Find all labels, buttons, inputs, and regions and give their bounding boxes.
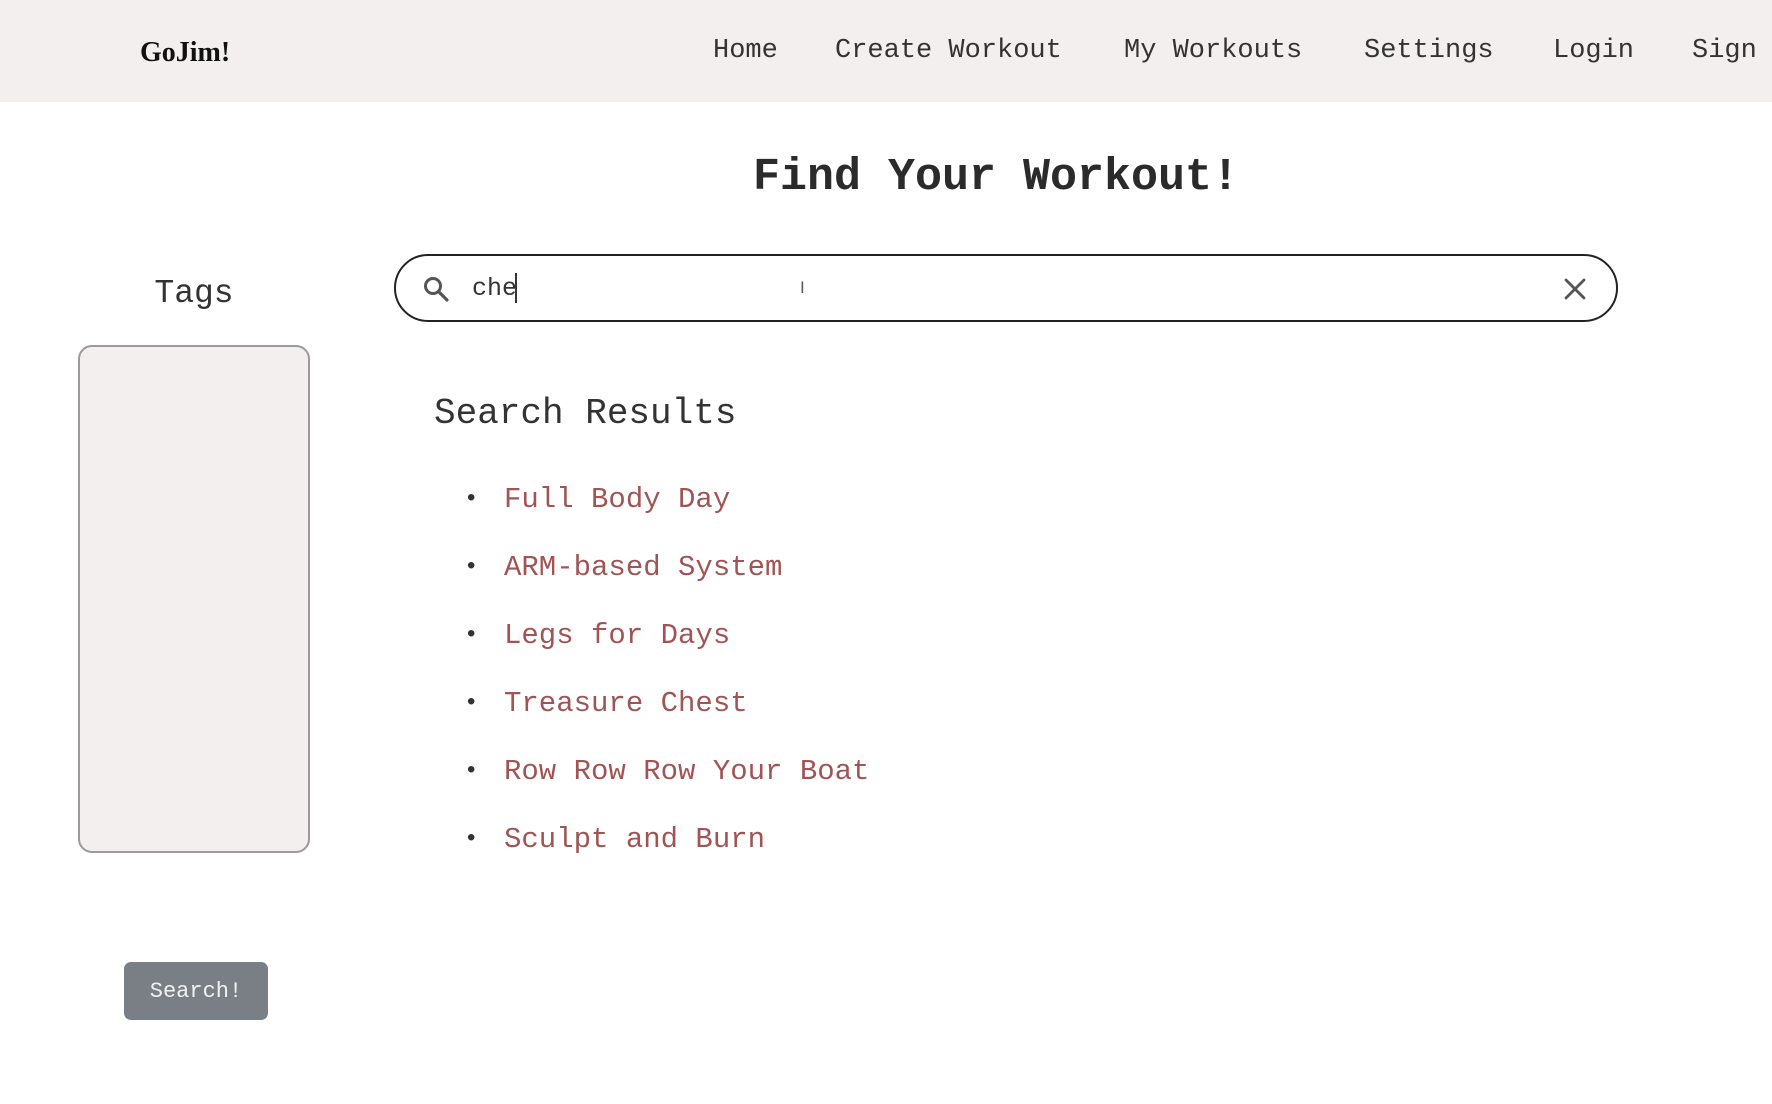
nav-link-sign[interactable]: Sign bbox=[1692, 34, 1757, 68]
list-item: • Sculpt and Burn bbox=[434, 818, 869, 886]
bullet: • bbox=[464, 758, 479, 785]
nav-link-my-workouts[interactable]: My Workouts bbox=[1124, 34, 1302, 68]
result-link-treasure-chest[interactable]: Treasure Chest bbox=[504, 687, 748, 720]
search-button[interactable]: Search! bbox=[124, 962, 268, 1020]
search-input[interactable] bbox=[472, 268, 1472, 308]
search-icon bbox=[424, 277, 449, 302]
nav-link-home[interactable]: Home bbox=[713, 34, 778, 68]
search-results-title: Search Results bbox=[434, 393, 737, 434]
list-item: • Full Body Day bbox=[434, 478, 869, 546]
text-cursor bbox=[515, 273, 517, 303]
bullet: • bbox=[464, 554, 479, 581]
bullet: • bbox=[464, 690, 479, 717]
result-link-sculpt-and-burn[interactable]: Sculpt and Burn bbox=[504, 823, 765, 856]
bullet: • bbox=[464, 622, 479, 649]
page-title-text: Find Your Workout! bbox=[752, 152, 1240, 203]
brand-logo[interactable]: GoJim! bbox=[140, 36, 230, 70]
search-bar[interactable]: I bbox=[394, 254, 1618, 322]
list-item: • Treasure Chest bbox=[434, 682, 869, 750]
list-item: • Legs for Days bbox=[434, 614, 869, 682]
result-link-arm-based-system[interactable]: ARM-based System bbox=[504, 551, 782, 584]
result-link-row-row-row-your-boat[interactable]: Row Row Row Your Boat bbox=[504, 755, 869, 788]
list-item: • ARM-based System bbox=[434, 546, 869, 614]
nav-link-create-workout[interactable]: Create Workout bbox=[835, 34, 1062, 68]
mouse-ibeam-cursor: I bbox=[800, 278, 805, 297]
clear-icon[interactable] bbox=[1562, 276, 1588, 302]
result-link-full-body-day[interactable]: Full Body Day bbox=[504, 483, 730, 516]
list-item: • Row Row Row Your Boat bbox=[434, 750, 869, 818]
bullet: • bbox=[464, 826, 479, 853]
nav-link-login[interactable]: Login bbox=[1553, 34, 1634, 68]
tags-title: Tags bbox=[154, 275, 234, 312]
search-results-list: • Full Body Day • ARM-based System • Leg… bbox=[434, 478, 869, 886]
nav-link-settings[interactable]: Settings bbox=[1364, 34, 1494, 68]
page-title: Find Your Workout! bbox=[0, 150, 1772, 206]
tags-list-box[interactable] bbox=[78, 345, 310, 853]
navbar: GoJim! Home Create Workout My Workouts S… bbox=[0, 0, 1772, 102]
bullet: • bbox=[464, 486, 479, 513]
result-link-legs-for-days[interactable]: Legs for Days bbox=[504, 619, 730, 652]
